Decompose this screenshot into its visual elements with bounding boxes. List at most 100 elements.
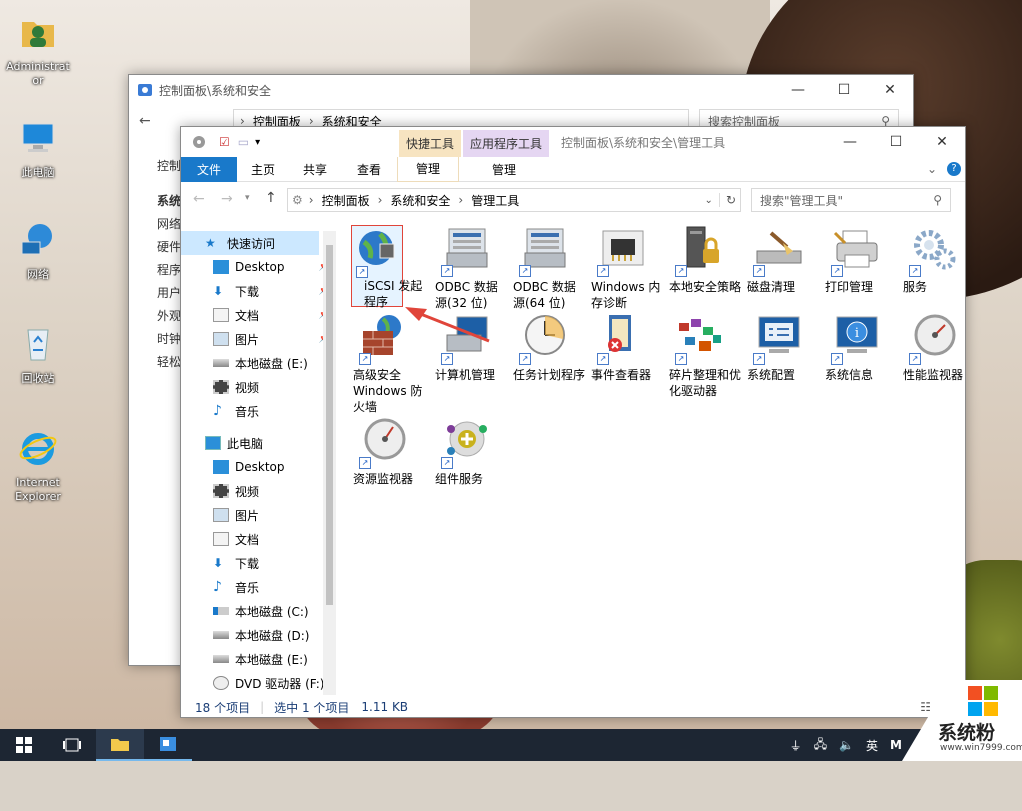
tab-share[interactable]: 共享 <box>289 161 341 178</box>
side-item[interactable]: 程序 <box>157 259 181 282</box>
item-iscsi[interactable]: ↗ iSCSI 发起程序 <box>351 225 422 309</box>
tab-manage-shortcut[interactable]: 管理 <box>397 156 459 182</box>
taskbar-admin-tools[interactable] <box>144 729 192 761</box>
nav-item[interactable]: ⬇ 下载 <box>181 551 336 575</box>
dvd-icon <box>213 676 229 690</box>
up-arrow-icon[interactable]: ↑ <box>265 190 277 206</box>
nav-item[interactable]: 本地磁盘 (E:) <box>181 647 336 671</box>
side-item[interactable]: 时钟 <box>157 328 181 351</box>
front-address-bar[interactable]: ⚙ › 控制面板 › 系统和安全 › 管理工具 ⌄ ↻ <box>287 188 741 212</box>
nav-item[interactable]: Desktop <box>181 455 336 479</box>
item-event-viewer[interactable]: ↗ 事件查看器 <box>589 313 665 383</box>
nav-item[interactable]: ♪ 音乐 <box>181 575 336 599</box>
nav-item[interactable]: 本地磁盘 (E:) <box>181 351 336 375</box>
nav-item[interactable]: 本地磁盘 (C:) <box>181 599 336 623</box>
nav-item[interactable]: DVD 驱动器 (F:)⌄ <box>181 671 336 695</box>
ribbon-expand-icon[interactable]: ⌄ <box>927 162 937 176</box>
details-view-icon[interactable]: ☷ <box>920 700 931 714</box>
breadcrumb-item[interactable]: 控制面板 <box>322 192 370 209</box>
help-icon[interactable]: ? <box>947 162 961 176</box>
tab-manage-app[interactable]: 管理 <box>461 161 547 178</box>
item-odbc-32[interactable]: ↗ ODBC 数据源(32 位) <box>433 225 509 311</box>
nav-this-pc[interactable]: 此电脑 <box>181 431 336 455</box>
desktop-icon-this-pc[interactable]: 此电脑 <box>3 118 73 180</box>
qat-dropdown-icon[interactable]: ▾ <box>255 137 260 148</box>
start-button[interactable] <box>0 729 48 761</box>
side-item[interactable]: 控制 <box>157 155 181 178</box>
refresh-icon[interactable]: ↻ <box>718 193 736 207</box>
breadcrumb-item[interactable]: 管理工具 <box>471 192 519 209</box>
front-search-box[interactable]: 搜索"管理工具" ⚲ <box>751 188 951 212</box>
nav-item[interactable]: 文档 <box>181 527 336 551</box>
task-view-button[interactable] <box>48 729 96 761</box>
usb-icon[interactable]: ⏚ <box>790 737 802 754</box>
close-button[interactable]: ✕ <box>867 75 913 105</box>
forward-arrow-icon[interactable]: → <box>221 191 233 207</box>
side-item[interactable]: 系统 <box>157 190 181 213</box>
nav-item[interactable]: ⬇下载📌 <box>181 279 336 303</box>
taskbar-explorer[interactable] <box>96 729 144 761</box>
address-dropdown-icon[interactable]: ⌄ <box>705 195 713 206</box>
network-tray-icon[interactable]: 🖧 <box>814 735 827 756</box>
back-arrow-icon[interactable]: ← <box>139 113 151 129</box>
item-disk-cleanup[interactable]: ↗ 磁盘清理 <box>745 225 821 295</box>
pictures-icon <box>213 332 229 346</box>
admin-tools-window[interactable]: ☑ ▭ ▾ 快捷工具 应用程序工具 控制面板\系统和安全\管理工具 — ☐ ✕ … <box>180 126 966 718</box>
item-odbc-64[interactable]: ↗ ODBC 数据源(64 位) <box>511 225 587 311</box>
item-system-information[interactable]: i ↗ 系统信息 <box>823 313 899 383</box>
desktop-icon <box>213 260 229 274</box>
status-bar: 18 个项目 | 选中 1 个项目 1.11 KB ☷ <box>195 700 931 715</box>
nav-scrollbar[interactable] <box>323 231 336 695</box>
item-performance-monitor[interactable]: ↗ 性能监视器 <box>901 313 977 383</box>
nav-item[interactable]: 图片 <box>181 503 336 527</box>
desktop-icon-network[interactable]: 网络 <box>3 220 73 282</box>
maximize-button[interactable]: ☐ <box>873 127 919 157</box>
volume-icon[interactable]: 🔈 <box>839 738 854 752</box>
desktop-icon-recycle-bin[interactable]: 回收站 <box>3 324 73 386</box>
new-folder-icon[interactable]: ▭ <box>238 135 249 149</box>
tab-file[interactable]: 文件 <box>181 156 237 182</box>
desktop-icon-administrator[interactable]: Administrator <box>3 12 73 88</box>
side-item[interactable]: 网络 <box>157 213 181 236</box>
item-system-configuration[interactable]: ↗ 系统配置 <box>745 313 821 383</box>
tab-view[interactable]: 查看 <box>341 161 397 178</box>
side-item[interactable]: 用户 <box>157 282 181 305</box>
back-titlebar: 控制面板\系统和安全 — ☐ ✕ <box>129 75 913 105</box>
side-item[interactable]: 外观 <box>157 305 181 328</box>
item-defrag[interactable]: ↗ 碎片整理和优化驱动器 <box>667 313 743 399</box>
front-window-title: 控制面板\系统和安全\管理工具 <box>561 135 726 150</box>
item-services[interactable]: ↗ 服务 <box>901 225 977 295</box>
item-resource-monitor[interactable]: ↗ 资源监视器 <box>351 417 427 487</box>
nav-item[interactable]: Desktop📌 <box>181 255 336 279</box>
desktop-icon-ie[interactable]: Internet Explorer <box>3 428 73 504</box>
side-item[interactable]: 轻松 <box>157 351 181 374</box>
ime-mode[interactable]: M <box>890 738 902 752</box>
system-tray: ⏚ 🖧 🔈 英 M <box>790 735 902 756</box>
nav-item[interactable]: 文档📌 <box>181 303 336 327</box>
breadcrumb-item[interactable]: 系统和安全 <box>390 192 450 209</box>
minimize-button[interactable]: — <box>775 75 821 105</box>
search-icon: ⚲ <box>933 193 942 207</box>
side-item[interactable]: 硬件 <box>157 236 181 259</box>
back-arrow-icon[interactable]: ← <box>193 191 205 207</box>
nav-item[interactable]: 图片📌 <box>181 327 336 351</box>
admin-tools-small-icon: ⚙ <box>292 193 303 207</box>
nav-item[interactable]: 视频 <box>181 375 336 399</box>
close-button[interactable]: ✕ <box>919 127 965 157</box>
maximize-button[interactable]: ☐ <box>821 75 867 105</box>
nav-item[interactable]: 视频 <box>181 479 336 503</box>
nav-quick-access[interactable]: ★ 快速访问 <box>181 231 319 255</box>
nav-item[interactable]: 本地磁盘 (D:) <box>181 623 336 647</box>
item-local-security-policy[interactable]: ↗ 本地安全策略 <box>667 225 743 295</box>
tab-home[interactable]: 主页 <box>237 161 289 178</box>
item-task-scheduler[interactable]: ↗ 任务计划程序 <box>511 313 587 383</box>
scrollbar-thumb[interactable] <box>326 245 333 605</box>
ime-indicator[interactable]: 英 <box>866 737 878 754</box>
recent-dropdown-icon[interactable]: ▾ <box>245 193 250 203</box>
item-memory-diagnostic[interactable]: ↗ Windows 内存诊断 <box>589 225 665 311</box>
item-component-services[interactable]: ↗ 组件服务 <box>433 417 509 487</box>
minimize-button[interactable]: — <box>827 127 873 157</box>
item-print-management[interactable]: ↗ 打印管理 <box>823 225 899 295</box>
properties-icon[interactable]: ☑ <box>219 135 230 149</box>
nav-item[interactable]: ♪ 音乐 <box>181 399 336 423</box>
